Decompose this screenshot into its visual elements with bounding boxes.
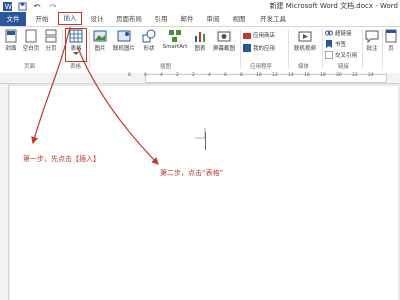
step2-annotation: 第二步，点击“表格” xyxy=(160,169,224,177)
step1-annotation: 第一步，先点击【插入】 xyxy=(23,155,100,163)
annotation-arrows xyxy=(31,26,159,165)
arrow-to-insert-tab xyxy=(31,26,71,145)
arrow-to-table-button xyxy=(77,47,159,165)
